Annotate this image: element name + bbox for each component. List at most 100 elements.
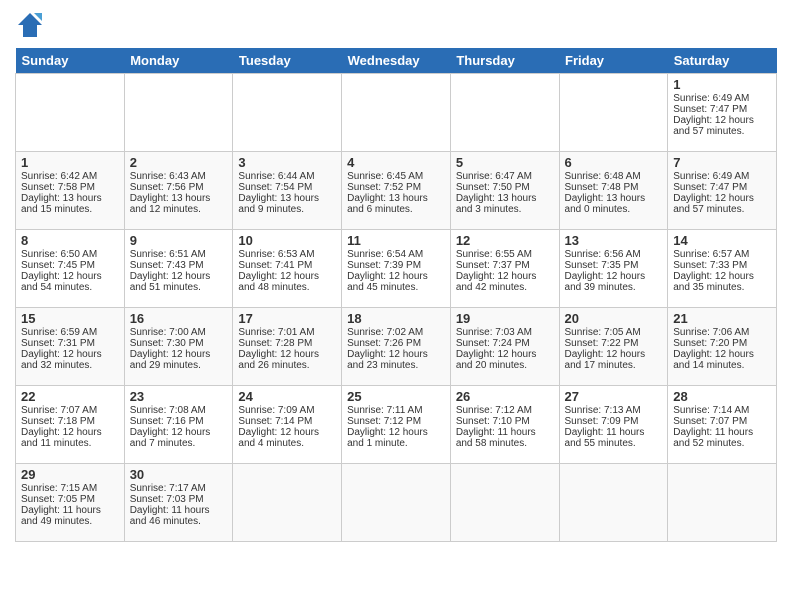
- calendar-cell: 15Sunrise: 6:59 AMSunset: 7:31 PMDayligh…: [16, 308, 125, 386]
- week-row-3: 15Sunrise: 6:59 AMSunset: 7:31 PMDayligh…: [16, 308, 777, 386]
- calendar-cell: 7Sunrise: 6:49 AMSunset: 7:47 PMDaylight…: [668, 152, 777, 230]
- sunrise-text: Sunrise: 7:02 AM: [347, 327, 445, 338]
- calendar-cell: 18Sunrise: 7:02 AMSunset: 7:26 PMDayligh…: [342, 308, 451, 386]
- day-header-saturday: Saturday: [668, 48, 777, 74]
- week-row-1: 1Sunrise: 6:42 AMSunset: 7:58 PMDaylight…: [16, 152, 777, 230]
- day-number: 3: [238, 155, 336, 170]
- day-number: 20: [565, 311, 663, 326]
- calendar-container: SundayMondayTuesdayWednesdayThursdayFrid…: [0, 0, 792, 552]
- daylight-text: Daylight: 12 hours and 4 minutes.: [238, 427, 336, 449]
- daylight-text: Daylight: 12 hours and 57 minutes.: [673, 115, 771, 137]
- sunrise-text: Sunrise: 6:50 AM: [21, 249, 119, 260]
- daylight-text: Daylight: 12 hours and 7 minutes.: [130, 427, 228, 449]
- daylight-text: Daylight: 12 hours and 29 minutes.: [130, 349, 228, 371]
- sunset-text: Sunset: 7:35 PM: [565, 260, 663, 271]
- daylight-text: Daylight: 12 hours and 23 minutes.: [347, 349, 445, 371]
- day-header-tuesday: Tuesday: [233, 48, 342, 74]
- day-number: 9: [130, 233, 228, 248]
- calendar-cell: 12Sunrise: 6:55 AMSunset: 7:37 PMDayligh…: [450, 230, 559, 308]
- sunset-text: Sunset: 7:14 PM: [238, 416, 336, 427]
- calendar-cell: [450, 74, 559, 152]
- day-number: 13: [565, 233, 663, 248]
- sunrise-text: Sunrise: 6:42 AM: [21, 171, 119, 182]
- calendar-cell: [450, 464, 559, 542]
- sunrise-text: Sunrise: 6:57 AM: [673, 249, 771, 260]
- logo: [15, 10, 47, 40]
- day-number: 28: [673, 389, 771, 404]
- daylight-text: Daylight: 13 hours and 3 minutes.: [456, 193, 554, 215]
- day-number: 21: [673, 311, 771, 326]
- sunrise-text: Sunrise: 7:05 AM: [565, 327, 663, 338]
- calendar-cell: 17Sunrise: 7:01 AMSunset: 7:28 PMDayligh…: [233, 308, 342, 386]
- daylight-text: Daylight: 11 hours and 52 minutes.: [673, 427, 771, 449]
- week-row-2: 8Sunrise: 6:50 AMSunset: 7:45 PMDaylight…: [16, 230, 777, 308]
- daylight-text: Daylight: 11 hours and 55 minutes.: [565, 427, 663, 449]
- daylight-text: Daylight: 12 hours and 51 minutes.: [130, 271, 228, 293]
- calendar-cell: 8Sunrise: 6:50 AMSunset: 7:45 PMDaylight…: [16, 230, 125, 308]
- sunrise-text: Sunrise: 6:47 AM: [456, 171, 554, 182]
- sunset-text: Sunset: 7:50 PM: [456, 182, 554, 193]
- daylight-text: Daylight: 11 hours and 49 minutes.: [21, 505, 119, 527]
- calendar-cell: 1Sunrise: 6:49 AMSunset: 7:47 PMDaylight…: [668, 74, 777, 152]
- sunset-text: Sunset: 7:18 PM: [21, 416, 119, 427]
- sunrise-text: Sunrise: 6:59 AM: [21, 327, 119, 338]
- sunrise-text: Sunrise: 6:43 AM: [130, 171, 228, 182]
- daylight-text: Daylight: 13 hours and 0 minutes.: [565, 193, 663, 215]
- sunrise-text: Sunrise: 7:08 AM: [130, 405, 228, 416]
- daylight-text: Daylight: 13 hours and 9 minutes.: [238, 193, 336, 215]
- calendar-cell: 14Sunrise: 6:57 AMSunset: 7:33 PMDayligh…: [668, 230, 777, 308]
- day-number: 27: [565, 389, 663, 404]
- calendar-cell: 22Sunrise: 7:07 AMSunset: 7:18 PMDayligh…: [16, 386, 125, 464]
- sunset-text: Sunset: 7:43 PM: [130, 260, 228, 271]
- day-number: 23: [130, 389, 228, 404]
- calendar-cell: 25Sunrise: 7:11 AMSunset: 7:12 PMDayligh…: [342, 386, 451, 464]
- sunrise-text: Sunrise: 6:45 AM: [347, 171, 445, 182]
- day-number: 15: [21, 311, 119, 326]
- daylight-text: Daylight: 12 hours and 54 minutes.: [21, 271, 119, 293]
- daylight-text: Daylight: 12 hours and 1 minute.: [347, 427, 445, 449]
- calendar-cell: [16, 74, 125, 152]
- day-header-friday: Friday: [559, 48, 668, 74]
- calendar-cell: 10Sunrise: 6:53 AMSunset: 7:41 PMDayligh…: [233, 230, 342, 308]
- day-number: 5: [456, 155, 554, 170]
- day-number: 26: [456, 389, 554, 404]
- sunset-text: Sunset: 7:37 PM: [456, 260, 554, 271]
- sunset-text: Sunset: 7:20 PM: [673, 338, 771, 349]
- calendar-cell: 2Sunrise: 6:43 AMSunset: 7:56 PMDaylight…: [124, 152, 233, 230]
- day-number: 22: [21, 389, 119, 404]
- calendar-cell: [342, 464, 451, 542]
- daylight-text: Daylight: 13 hours and 6 minutes.: [347, 193, 445, 215]
- calendar-cell: 26Sunrise: 7:12 AMSunset: 7:10 PMDayligh…: [450, 386, 559, 464]
- day-number: 29: [21, 467, 119, 482]
- calendar-cell: 16Sunrise: 7:00 AMSunset: 7:30 PMDayligh…: [124, 308, 233, 386]
- daylight-text: Daylight: 12 hours and 32 minutes.: [21, 349, 119, 371]
- day-header-monday: Monday: [124, 48, 233, 74]
- daylight-text: Daylight: 11 hours and 58 minutes.: [456, 427, 554, 449]
- calendar-cell: [342, 74, 451, 152]
- sunrise-text: Sunrise: 7:07 AM: [21, 405, 119, 416]
- day-number: 8: [21, 233, 119, 248]
- sunset-text: Sunset: 7:31 PM: [21, 338, 119, 349]
- day-header-wednesday: Wednesday: [342, 48, 451, 74]
- sunrise-text: Sunrise: 7:03 AM: [456, 327, 554, 338]
- header: [15, 10, 777, 40]
- sunrise-text: Sunrise: 7:11 AM: [347, 405, 445, 416]
- calendar-cell: 5Sunrise: 6:47 AMSunset: 7:50 PMDaylight…: [450, 152, 559, 230]
- sunset-text: Sunset: 7:47 PM: [673, 104, 771, 115]
- daylight-text: Daylight: 13 hours and 12 minutes.: [130, 193, 228, 215]
- sunset-text: Sunset: 7:58 PM: [21, 182, 119, 193]
- calendar-cell: 27Sunrise: 7:13 AMSunset: 7:09 PMDayligh…: [559, 386, 668, 464]
- calendar-cell: [233, 464, 342, 542]
- calendar-cell: 9Sunrise: 6:51 AMSunset: 7:43 PMDaylight…: [124, 230, 233, 308]
- day-number: 16: [130, 311, 228, 326]
- sunset-text: Sunset: 7:12 PM: [347, 416, 445, 427]
- calendar-cell: 4Sunrise: 6:45 AMSunset: 7:52 PMDaylight…: [342, 152, 451, 230]
- sunrise-text: Sunrise: 6:55 AM: [456, 249, 554, 260]
- calendar-cell: 30Sunrise: 7:17 AMSunset: 7:03 PMDayligh…: [124, 464, 233, 542]
- sunset-text: Sunset: 7:45 PM: [21, 260, 119, 271]
- sunrise-text: Sunrise: 7:17 AM: [130, 483, 228, 494]
- day-number: 2: [130, 155, 228, 170]
- calendar-cell: [559, 464, 668, 542]
- day-number: 25: [347, 389, 445, 404]
- calendar-table: SundayMondayTuesdayWednesdayThursdayFrid…: [15, 48, 777, 542]
